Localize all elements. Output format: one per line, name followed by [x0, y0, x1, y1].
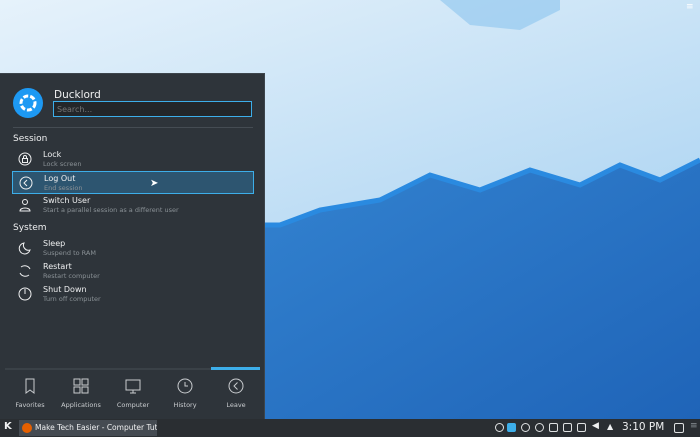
- tab-label: Computer: [116, 401, 150, 409]
- log-out-icon: [19, 176, 33, 190]
- grid-icon: [73, 378, 89, 394]
- lock-icon: [18, 152, 32, 166]
- leave-icon: [228, 378, 244, 394]
- tab-label: Applications: [61, 401, 101, 409]
- taskbar-task-firefox[interactable]: Make Tech Easier - Computer Tut...: [19, 420, 157, 436]
- volume-icon[interactable]: ◀: [592, 421, 599, 431]
- kde-launcher-icon[interactable]: K: [4, 421, 12, 432]
- tab-applications[interactable]: Applications: [56, 374, 106, 414]
- firefox-icon: [22, 423, 32, 433]
- item-subtitle: Turn off computer: [43, 295, 101, 303]
- tab-history[interactable]: History: [160, 374, 210, 414]
- show-desktop-icon[interactable]: [674, 423, 684, 433]
- item-subtitle: Lock screen: [43, 160, 82, 168]
- tab-label: Leave: [226, 401, 246, 409]
- shut-down-item[interactable]: Shut Down Turn off computer: [12, 283, 254, 306]
- item-title: Lock: [43, 150, 62, 159]
- user-name: Ducklord: [54, 89, 101, 101]
- log-out-item[interactable]: Log Out End session ➤: [12, 171, 254, 194]
- updates-icon[interactable]: [495, 423, 504, 432]
- kde-logo-icon: [13, 88, 43, 118]
- desktop-menu-button[interactable]: ≡: [686, 2, 694, 12]
- taskbar: K Make Tech Easier - Computer Tut... ◀ ▲…: [0, 419, 700, 437]
- item-subtitle: Suspend to RAM: [43, 249, 96, 257]
- mouse-cursor-icon: ➤: [150, 178, 159, 189]
- divider: [13, 127, 253, 128]
- clock[interactable]: 3:10 PM: [622, 421, 664, 433]
- active-tab-indicator: [211, 367, 260, 370]
- task-title: Make Tech Easier - Computer Tut...: [35, 423, 157, 432]
- network-icon[interactable]: [521, 423, 530, 432]
- device-icon[interactable]: [563, 423, 572, 432]
- switch-user-item[interactable]: Switch User Start a parallel session as a…: [12, 194, 254, 217]
- display-icon[interactable]: [549, 423, 558, 432]
- switch-user-icon: [19, 199, 31, 212]
- notifications-icon[interactable]: [507, 423, 516, 432]
- item-title: Restart: [43, 262, 72, 271]
- item-subtitle: Start a parallel session as a different …: [43, 206, 179, 214]
- clock-icon: [177, 378, 193, 394]
- section-system: System: [13, 223, 47, 233]
- restart-icon: [19, 265, 31, 277]
- tab-computer[interactable]: Computer: [108, 374, 158, 414]
- vpn-icon[interactable]: [535, 423, 544, 432]
- tab-label: Favorites: [15, 401, 45, 409]
- item-title: Switch User: [43, 196, 91, 205]
- tab-favorites[interactable]: Favorites: [5, 374, 55, 414]
- item-subtitle: Restart computer: [43, 272, 100, 280]
- item-title: Shut Down: [43, 285, 87, 294]
- sleep-item[interactable]: Sleep Suspend to RAM: [12, 237, 254, 260]
- clipboard-icon[interactable]: [577, 423, 586, 432]
- application-launcher: Ducklord Session LockLock screen Log Out…: [0, 73, 265, 419]
- power-icon: [18, 287, 32, 301]
- item-title: Log Out: [44, 174, 76, 183]
- monitor-icon: [125, 379, 141, 394]
- panel-settings-icon[interactable]: ≡: [690, 421, 698, 431]
- lock-item[interactable]: Lock Lock screen: [12, 148, 254, 171]
- section-session: Session: [13, 134, 48, 144]
- search-input[interactable]: [53, 101, 252, 117]
- tab-label: History: [173, 401, 197, 409]
- bookmark-icon: [25, 378, 35, 394]
- tray-expand-icon[interactable]: ▲: [607, 422, 613, 431]
- restart-item[interactable]: Restart Restart computer: [12, 260, 254, 283]
- sleep-icon: [18, 242, 31, 255]
- item-title: Sleep: [43, 239, 66, 248]
- tab-leave[interactable]: Leave: [211, 374, 261, 414]
- item-subtitle: End session: [44, 184, 83, 192]
